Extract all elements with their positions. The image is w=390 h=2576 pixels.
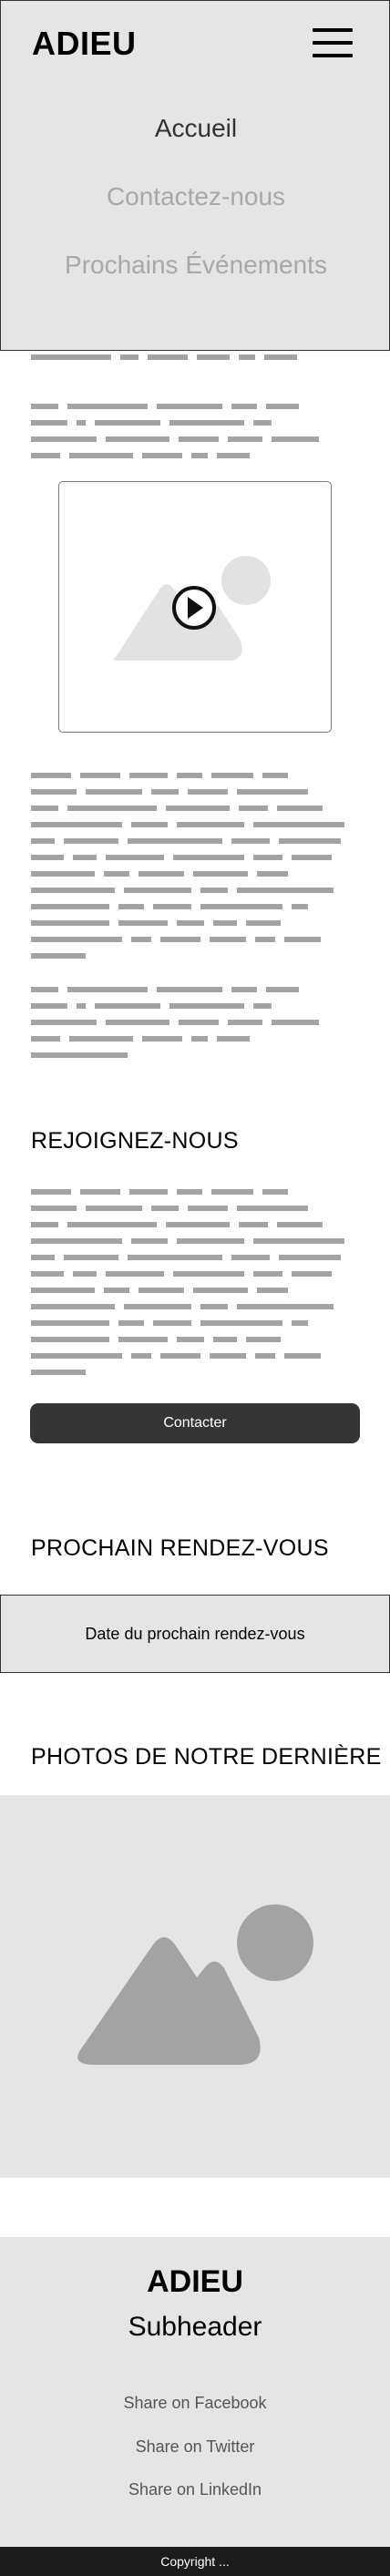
copyright-text: Copyright ...: [160, 2554, 230, 2569]
nav-item-prochains-evenements[interactable]: Prochains Événements: [1, 247, 390, 315]
text-line: [31, 1003, 359, 1009]
video-player[interactable]: [58, 481, 332, 733]
text-line: [31, 871, 359, 877]
section-title-join: REJOIGNEZ-NOUS: [31, 1128, 239, 1154]
body-text-placeholder: [31, 773, 359, 970]
image-placeholder-icon: [113, 556, 271, 661]
contact-button[interactable]: Contacter: [30, 1403, 360, 1443]
join-text-placeholder: [31, 1189, 359, 1386]
text-line: [31, 354, 359, 360]
nav-item-accueil[interactable]: Accueil: [1, 110, 390, 179]
text-line: [31, 404, 359, 409]
text-line: [31, 937, 359, 942]
copyright-bar: Copyright ...: [0, 2547, 390, 2576]
text-line: [31, 1206, 359, 1211]
section-title-next-meeting: PROCHAIN RENDEZ-VOUS: [31, 1535, 329, 1561]
hamburger-bar: [313, 54, 353, 57]
text-line: [31, 953, 359, 959]
photo-gallery[interactable]: [0, 1795, 390, 2178]
section-title-photos: PHOTOS DE NOTRE DERNIÈRE: [31, 1744, 382, 1770]
share-twitter-link[interactable]: Share on Twitter: [0, 2437, 390, 2457]
text-line: [31, 789, 359, 795]
next-meeting-date-box: Date du prochain rendez-vous: [0, 1595, 390, 1673]
text-line: [31, 1255, 359, 1260]
text-line: [31, 920, 359, 926]
text-line: [31, 1238, 359, 1244]
text-line: [31, 822, 359, 827]
share-linkedin-link[interactable]: Share on LinkedIn: [0, 2480, 390, 2499]
hamburger-menu-icon[interactable]: [313, 28, 353, 57]
text-line: [31, 453, 359, 458]
share-facebook-link[interactable]: Share on Facebook: [0, 2394, 390, 2413]
intro-text-placeholder: [31, 354, 359, 371]
text-line: [31, 420, 359, 426]
footer-title: ADIEU: [147, 2264, 243, 2299]
text-line: [31, 855, 359, 860]
body-text-placeholder: [31, 987, 359, 1069]
menu-panel: ADIEU Accueil Contactez-nous Prochains É…: [0, 0, 390, 351]
image-placeholder-icon: [77, 1904, 313, 2065]
text-line: [31, 1189, 359, 1195]
intro-text-placeholder: [31, 404, 359, 469]
text-line: [31, 1337, 359, 1342]
footer: ADIEU Subheader Share on Facebook Share …: [0, 2237, 390, 2547]
hamburger-bar: [313, 28, 353, 32]
text-line: [31, 806, 359, 811]
hamburger-bar: [313, 41, 353, 45]
text-line: [31, 1304, 359, 1309]
footer-subheader: Subheader: [128, 2312, 262, 2342]
text-line: [31, 1271, 359, 1277]
text-line: [31, 1370, 359, 1375]
main-nav: Accueil Contactez-nous Prochains Événeme…: [1, 110, 390, 315]
text-line: [31, 773, 359, 778]
text-line: [31, 1020, 359, 1025]
text-line: [31, 436, 359, 442]
text-line: [31, 904, 359, 909]
text-line: [31, 1052, 359, 1058]
text-line: [31, 987, 359, 992]
play-icon[interactable]: [172, 586, 216, 630]
next-meeting-date-text: Date du prochain rendez-vous: [85, 1624, 305, 1643]
text-line: [31, 1353, 359, 1359]
text-line: [31, 1288, 359, 1293]
text-line: [31, 1036, 359, 1042]
text-line: [31, 1320, 359, 1326]
text-line: [31, 838, 359, 844]
nav-item-contactez-nous[interactable]: Contactez-nous: [1, 179, 390, 247]
text-line: [31, 1222, 359, 1227]
logo[interactable]: ADIEU: [32, 25, 137, 63]
text-line: [31, 888, 359, 893]
